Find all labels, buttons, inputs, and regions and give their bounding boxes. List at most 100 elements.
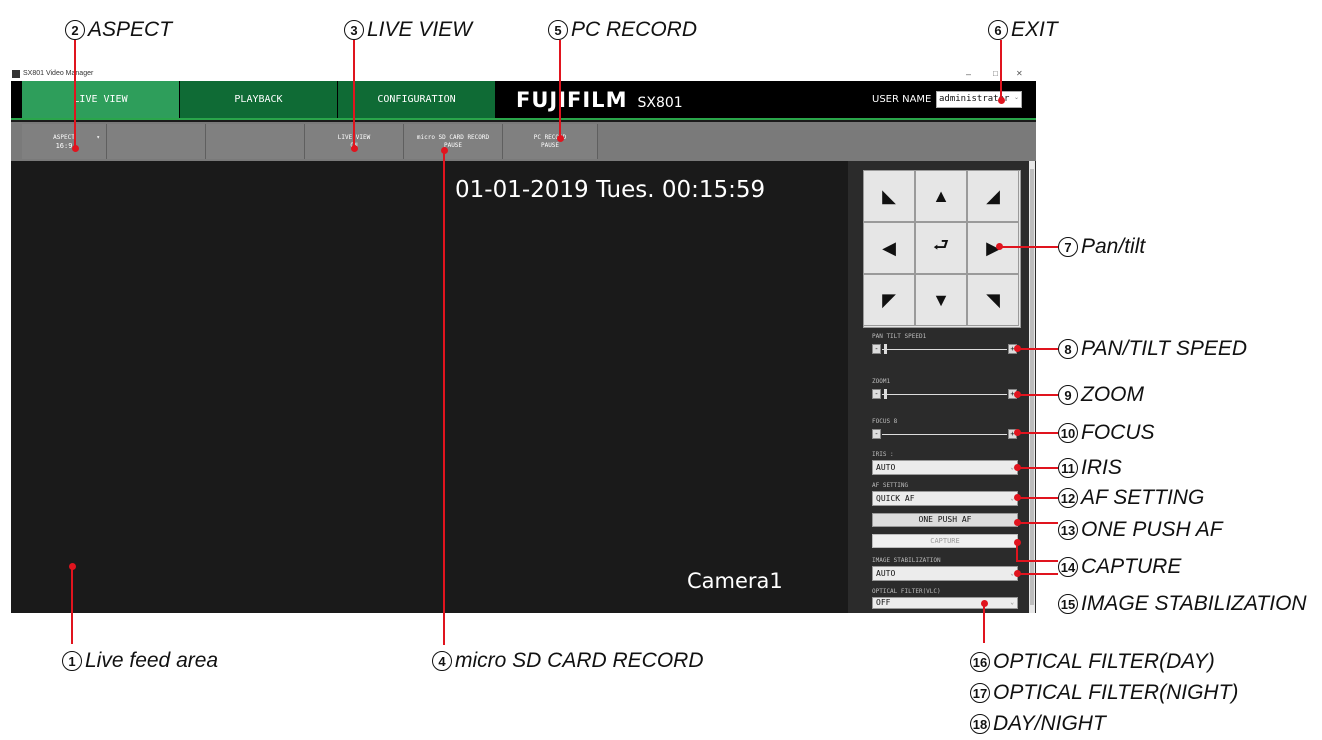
leader-one-push-af [1016, 522, 1058, 524]
zoom-label: ZOOM1 [872, 378, 891, 385]
callout-number: 17 [970, 683, 990, 703]
leader-live-feed [71, 566, 73, 644]
panel-scrollbar-thumb[interactable] [1030, 169, 1034, 605]
home-position-button[interactable]: ⮐ [915, 222, 967, 274]
callout-number: 10 [1058, 423, 1078, 443]
empty-slot-1 [107, 124, 206, 159]
return-icon: ⮐ [932, 235, 950, 255]
feed-timestamp: 01-01-2019 Tues. 00:15:59 [455, 177, 766, 203]
callout-number: 7 [1058, 237, 1078, 257]
sd-card-record-button[interactable]: micro SD CARD RECORD PAUSE [404, 124, 503, 159]
tab-playback[interactable]: PLAYBACK [180, 81, 337, 118]
pan-tilt-speed-track [882, 349, 1007, 350]
callout-number: 4 [432, 651, 452, 671]
one-push-af-button[interactable]: ONE PUSH AF [872, 513, 1018, 527]
arrow-down-left-icon: ◤ [882, 289, 896, 310]
focus-slider[interactable]: - + [872, 429, 1018, 441]
zoom-minus-button[interactable]: - [872, 389, 881, 399]
leader-exit [1000, 40, 1002, 100]
callout-number: 14 [1058, 557, 1078, 577]
leader-iris [1016, 467, 1058, 469]
pan-up-left-button[interactable]: ◣ [863, 170, 915, 222]
pan-right-button[interactable]: ▶ [967, 222, 1019, 274]
fujifilm-logo: FUJIFILM [516, 88, 628, 112]
pan-tilt-speed-slider[interactable]: - + [872, 344, 1018, 356]
callout-zoom: 9 ZOOM [1058, 383, 1144, 407]
model-name: SX801 [637, 95, 683, 111]
callout-text: Live feed area [85, 649, 219, 672]
pan-down-left-button[interactable]: ◤ [863, 274, 915, 326]
tab-configuration[interactable]: CONFIGURATION [338, 81, 495, 118]
callout-text: ONE PUSH AF [1081, 518, 1223, 541]
image-stabilization-dropdown[interactable]: AUTO ⌄ [872, 566, 1018, 581]
callout-iris: 11 IRIS [1058, 456, 1122, 480]
aspect-button[interactable]: ASPECT 16:9 ▾ [22, 124, 107, 159]
maximize-button[interactable]: □ [993, 69, 998, 78]
pan-left-button[interactable]: ◀ [863, 222, 915, 274]
zoom-thumb[interactable] [884, 389, 887, 399]
chevron-down-icon: ⌄ [1013, 95, 1019, 101]
tilt-down-button[interactable]: ▼ [915, 274, 967, 326]
callout-text: IMAGE STABILIZATION [1081, 592, 1307, 615]
zoom-track [882, 394, 1007, 395]
iris-dropdown[interactable]: AUTO ⌄ [872, 460, 1018, 475]
pan-tilt-speed-thumb[interactable] [884, 344, 887, 354]
callout-number: 2 [65, 20, 85, 40]
tab-live-view[interactable]: LIVE VIEW [22, 81, 179, 118]
live-feed-area[interactable]: 01-01-2019 Tues. 00:15:59 Camera1 [11, 161, 848, 613]
arrow-left-icon: ◀ [882, 237, 896, 258]
callout-live-feed: 1 Live feed area [62, 649, 218, 673]
leader-exit-dot [998, 97, 1005, 104]
focus-track [882, 434, 1007, 435]
brand-logo: FUJIFILM SX801 [516, 88, 683, 112]
iris-value: AUTO [876, 463, 896, 472]
leader-focus-dot [1014, 429, 1021, 436]
image-stabilization-label: IMAGE STABILIZATION [872, 557, 941, 564]
leader-focus [1016, 432, 1058, 434]
zoom-slider[interactable]: - + [872, 389, 1018, 401]
pan-up-right-button[interactable]: ◢ [967, 170, 1019, 222]
leader-pan-tilt-speed-dot [1014, 345, 1021, 352]
iris-label: IRIS : [872, 451, 894, 458]
chevron-down-icon: ⌄ [1010, 599, 1014, 606]
pc-record-button[interactable]: PC RECORD PAUSE [503, 124, 598, 159]
leader-live-view [353, 40, 355, 148]
callout-pan-tilt: 7 Pan/tilt [1058, 235, 1145, 259]
callout-text: EXIT [1011, 18, 1058, 41]
capture-button[interactable]: CAPTURE [872, 534, 1018, 548]
af-setting-dropdown[interactable]: QUICK AF ⌄ [872, 491, 1018, 506]
optical-filter-dropdown[interactable]: OFF ⌄ [872, 597, 1018, 609]
close-button[interactable]: ✕ [1016, 69, 1023, 78]
callout-text: Pan/tilt [1081, 235, 1146, 258]
callout-number: 5 [548, 20, 568, 40]
leader-capture-dot [1014, 539, 1021, 546]
pc-record-value: PAUSE [540, 141, 560, 149]
leader-pc-record-dot [557, 135, 564, 142]
pan-down-right-button[interactable]: ◥ [967, 274, 1019, 326]
af-setting-label: AF SETTING [872, 482, 909, 489]
panel-scrollbar[interactable] [1029, 161, 1035, 613]
tilt-up-button[interactable]: ▲ [915, 170, 967, 222]
focus-minus-button[interactable]: - [872, 429, 881, 439]
callout-text: PAN/TILT SPEED [1081, 337, 1248, 360]
top-nav-bar: LIVE VIEW PLAYBACK CONFIGURATION FUJIFIL… [11, 81, 1036, 120]
pan-tilt-speed-minus-button[interactable]: - [872, 344, 881, 354]
callout-number: 8 [1058, 339, 1078, 359]
minimize-button[interactable]: – [966, 69, 971, 79]
user-name-label: USER NAME [872, 94, 932, 105]
aspect-label: ASPECT [53, 133, 75, 141]
leader-af-setting-dot [1014, 494, 1021, 501]
callout-aspect: 2 ASPECT [65, 18, 172, 42]
callout-text: PC RECORD [571, 18, 698, 41]
leader-optical-filter-dot [981, 600, 988, 607]
leader-optical-filter [983, 603, 985, 643]
leader-one-push-af-dot [1014, 519, 1021, 526]
arrow-down-right-icon: ◥ [986, 289, 1000, 310]
leader-pc-record [559, 40, 561, 138]
callout-text: FOCUS [1081, 421, 1155, 444]
callout-text: DAY/NIGHT [993, 712, 1106, 735]
af-setting-value: QUICK AF [876, 494, 915, 503]
user-name-dropdown[interactable]: administrator ⌄ [936, 91, 1022, 108]
pan-tilt-speed-label: PAN TILT SPEED1 [872, 333, 927, 340]
callout-text: IRIS [1081, 456, 1122, 479]
